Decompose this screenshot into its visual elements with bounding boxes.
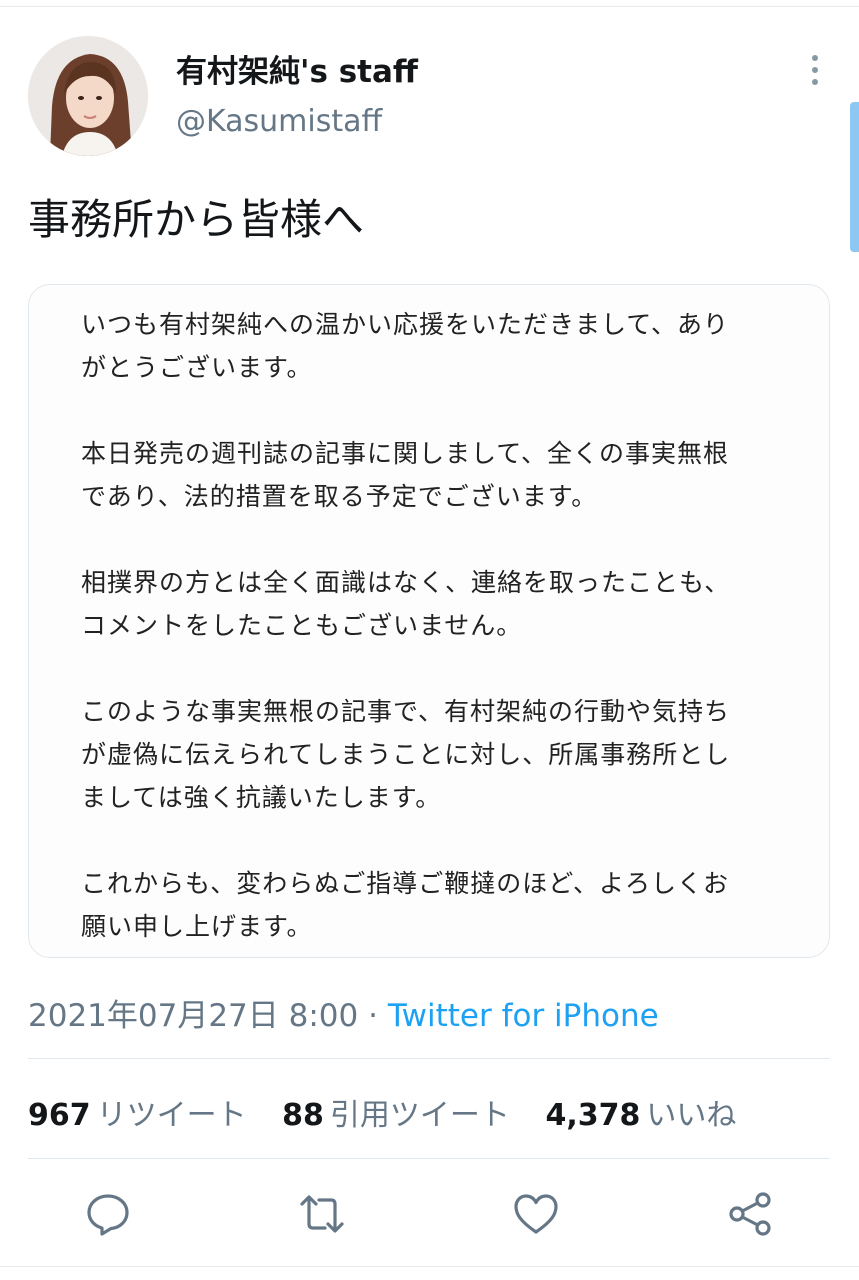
- source-link[interactable]: Twitter for iPhone: [388, 998, 659, 1034]
- heart-icon: [514, 1194, 558, 1234]
- retweet-icon: [300, 1195, 344, 1233]
- more-vertical-icon[interactable]: [800, 50, 830, 90]
- engagement-stats: 967 リツイート 88 引用ツイート 4,378 いいね: [28, 1090, 762, 1134]
- divider: [28, 1158, 830, 1159]
- like-stat[interactable]: 4,378 いいね: [545, 1090, 736, 1134]
- top-divider: [0, 6, 859, 7]
- statement-text: いつも有村架純への温かい応援をいただきまして、あり がとうございます。 本日発売…: [81, 303, 781, 991]
- retweet-stat[interactable]: 967 リツイート: [28, 1090, 247, 1134]
- like-button[interactable]: [512, 1190, 560, 1238]
- quote-label: 引用ツイート: [329, 1098, 510, 1133]
- display-name[interactable]: 有村架純's staff: [176, 46, 418, 91]
- statement-paragraph: これからも、変わらぬご指導ご鞭撻のほど、よろしくお 願い申し上げます。: [81, 869, 730, 941]
- scrollbar-thumb[interactable]: [850, 102, 859, 252]
- meta-separator: ·: [358, 998, 388, 1034]
- quote-count: 88: [282, 1098, 324, 1133]
- attached-image[interactable]: いつも有村架純への温かい応援をいただきまして、あり がとうございます。 本日発売…: [28, 284, 830, 958]
- bottom-divider: [0, 1266, 859, 1267]
- avatar[interactable]: [28, 36, 148, 156]
- statement-paragraph: いつも有村架純への温かい応援をいただきまして、あり がとうございます。: [81, 310, 730, 382]
- avatar-image: [28, 36, 148, 156]
- tweet-meta: 2021年07月27日 8:00 · Twitter for iPhone: [28, 990, 659, 1035]
- retweet-count: 967: [28, 1098, 91, 1133]
- share-button[interactable]: [726, 1190, 774, 1238]
- reply-icon: [87, 1194, 129, 1236]
- statement-paragraph: 本日発売の週刊誌の記事に関しまして、全くの事実無根 であり、法的措置を取る予定で…: [81, 439, 730, 511]
- like-count: 4,378: [545, 1098, 641, 1133]
- statement-paragraph: 相撲界の方とは全く面識はなく、連絡を取ったことも、 コメントをしたこともございま…: [81, 568, 731, 640]
- reply-button[interactable]: [84, 1190, 132, 1238]
- retweet-button[interactable]: [298, 1190, 346, 1238]
- statement-paragraph: このような事実無根の記事で、有村架純の行動や気持ち が虚偽に伝えられてしまうこと…: [81, 697, 731, 812]
- timestamp[interactable]: 2021年07月27日 8:00: [28, 998, 358, 1034]
- quote-stat[interactable]: 88 引用ツイート: [282, 1090, 510, 1134]
- divider: [28, 1058, 830, 1059]
- retweet-label: リツイート: [96, 1098, 247, 1133]
- tweet-text: 事務所から皆様へ: [28, 195, 365, 244]
- like-label: いいね: [646, 1098, 737, 1133]
- account-handle[interactable]: @Kasumistaff: [176, 104, 382, 139]
- share-icon: [729, 1192, 771, 1236]
